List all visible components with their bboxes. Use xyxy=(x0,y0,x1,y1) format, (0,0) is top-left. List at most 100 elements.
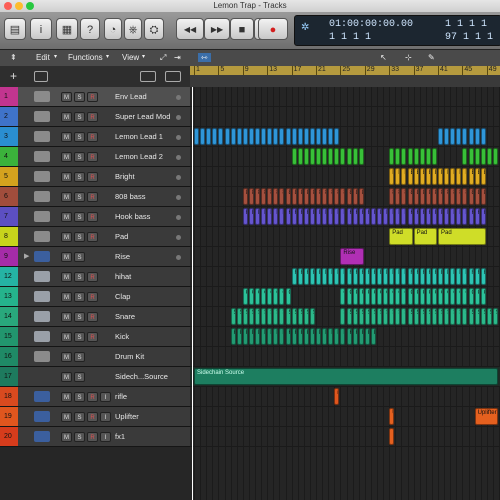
region[interactable]: Cl xyxy=(377,288,383,305)
region[interactable]: Kick xyxy=(364,328,370,345)
region[interactable]: Kick xyxy=(328,328,334,345)
track-header[interactable]: 8 M S R Pad xyxy=(0,227,190,247)
region[interactable]: Br xyxy=(468,168,474,185)
region[interactable]: Sn xyxy=(438,308,444,325)
region[interactable]: 80 xyxy=(303,188,309,205)
region[interactable] xyxy=(450,128,456,145)
region[interactable]: Sn xyxy=(291,308,297,325)
region[interactable]: hi xyxy=(303,268,309,285)
record-enable-button[interactable]: R xyxy=(87,292,98,302)
region[interactable] xyxy=(480,148,486,165)
track-header[interactable]: 14 M S R Snare xyxy=(0,307,190,327)
region[interactable]: Ho xyxy=(377,208,383,225)
track-lane[interactable]: HoHoHoHoHoHoHoHoHoHoHoHoHoHoHoHoHoHoHoHo… xyxy=(190,207,500,227)
region[interactable]: Uplifter xyxy=(474,408,498,425)
solo-button[interactable]: S xyxy=(74,252,85,262)
region[interactable]: Sn xyxy=(309,308,315,325)
track-header[interactable]: 3 M S R Lemon Lead 1 xyxy=(0,127,190,147)
region[interactable]: Ho xyxy=(322,208,328,225)
region[interactable]: Ho xyxy=(303,208,309,225)
track-header[interactable]: 16 M S Drum Kit xyxy=(0,347,190,367)
region[interactable]: 80 xyxy=(328,188,334,205)
track-header[interactable]: 20 M S R I fx1 xyxy=(0,427,190,447)
region[interactable]: Ho xyxy=(340,208,346,225)
region[interactable]: Br xyxy=(474,168,480,185)
region[interactable]: Up xyxy=(389,408,395,425)
region[interactable] xyxy=(303,128,309,145)
track-lane[interactable]: Rise xyxy=(190,247,500,267)
region[interactable] xyxy=(291,128,297,145)
region[interactable] xyxy=(413,148,419,165)
region[interactable] xyxy=(194,128,200,145)
region[interactable]: Sn xyxy=(279,308,285,325)
region[interactable]: Br xyxy=(401,168,407,185)
region[interactable]: Ho xyxy=(297,208,303,225)
region[interactable]: 80 xyxy=(444,188,450,205)
functions-menu[interactable]: Functions xyxy=(68,53,103,62)
record-enable-button[interactable]: R xyxy=(87,92,98,102)
region[interactable] xyxy=(316,148,322,165)
track-header[interactable]: 6 M S R 808 bass xyxy=(0,187,190,207)
region[interactable]: 80 xyxy=(413,188,419,205)
region[interactable] xyxy=(279,128,285,145)
region[interactable]: Ho xyxy=(328,208,334,225)
region[interactable]: hi xyxy=(352,268,358,285)
region[interactable]: Br xyxy=(462,168,468,185)
mute-button[interactable]: M xyxy=(61,92,72,102)
mute-button[interactable]: M xyxy=(61,112,72,122)
region[interactable]: Ho xyxy=(242,208,248,225)
region[interactable]: Ho xyxy=(285,208,291,225)
region[interactable]: Ho xyxy=(407,208,413,225)
region[interactable]: Sn xyxy=(377,308,383,325)
region[interactable] xyxy=(462,128,468,145)
region[interactable]: Cl xyxy=(358,288,364,305)
track-lane[interactable]: Pad Pad Pad xyxy=(190,227,500,247)
region[interactable] xyxy=(322,148,328,165)
region[interactable]: Ho xyxy=(309,208,315,225)
track-name[interactable]: Lemon Lead 1 xyxy=(115,132,163,141)
track-name[interactable]: Bright xyxy=(115,172,135,181)
add-track-icon[interactable]: + xyxy=(10,69,17,83)
region[interactable]: hi xyxy=(450,268,456,285)
track-lane[interactable]: 8080808080808080808080808080808080808080… xyxy=(190,187,500,207)
record-enable-button[interactable]: R xyxy=(87,132,98,142)
region[interactable]: Kick xyxy=(309,328,315,345)
region[interactable]: 80 xyxy=(248,188,254,205)
solo-button[interactable]: S xyxy=(74,112,85,122)
edit-menu[interactable]: Edit xyxy=(36,53,50,62)
region[interactable]: Snare xyxy=(419,308,425,325)
track-lane[interactable]: hihihihihihihihihihihihihihihihihihihihi… xyxy=(190,267,500,287)
region[interactable]: Br xyxy=(407,168,413,185)
region[interactable]: 80 xyxy=(291,188,297,205)
region[interactable]: Pad xyxy=(438,228,486,245)
region[interactable]: hi xyxy=(438,268,444,285)
help-button[interactable]: ? xyxy=(80,18,100,40)
region[interactable]: Br xyxy=(419,168,425,185)
mute-button[interactable]: M xyxy=(61,332,72,342)
region[interactable]: Ho xyxy=(468,208,474,225)
solo-button[interactable]: S xyxy=(74,352,85,362)
region[interactable]: Cl xyxy=(468,288,474,305)
region[interactable]: hi xyxy=(474,268,480,285)
region[interactable]: Sn xyxy=(364,308,370,325)
region[interactable]: hi xyxy=(444,268,450,285)
track-name[interactable]: Kick xyxy=(115,332,129,341)
region[interactable]: 80 xyxy=(279,188,285,205)
region[interactable]: Ho xyxy=(395,208,401,225)
region[interactable] xyxy=(242,128,248,145)
region[interactable] xyxy=(340,148,346,165)
inspector-button[interactable]: i xyxy=(30,18,52,40)
region[interactable]: Cl xyxy=(340,288,346,305)
region[interactable]: hi xyxy=(377,268,383,285)
region[interactable]: Ho xyxy=(431,208,437,225)
region[interactable] xyxy=(297,148,303,165)
track-name[interactable]: Clap xyxy=(115,292,130,301)
region[interactable]: Snare xyxy=(242,308,248,325)
region[interactable] xyxy=(273,128,279,145)
region[interactable]: hi xyxy=(431,268,437,285)
region[interactable]: 80 xyxy=(389,188,395,205)
region[interactable] xyxy=(346,148,352,165)
region[interactable]: hi xyxy=(419,268,425,285)
region[interactable] xyxy=(352,148,358,165)
region[interactable] xyxy=(358,148,364,165)
